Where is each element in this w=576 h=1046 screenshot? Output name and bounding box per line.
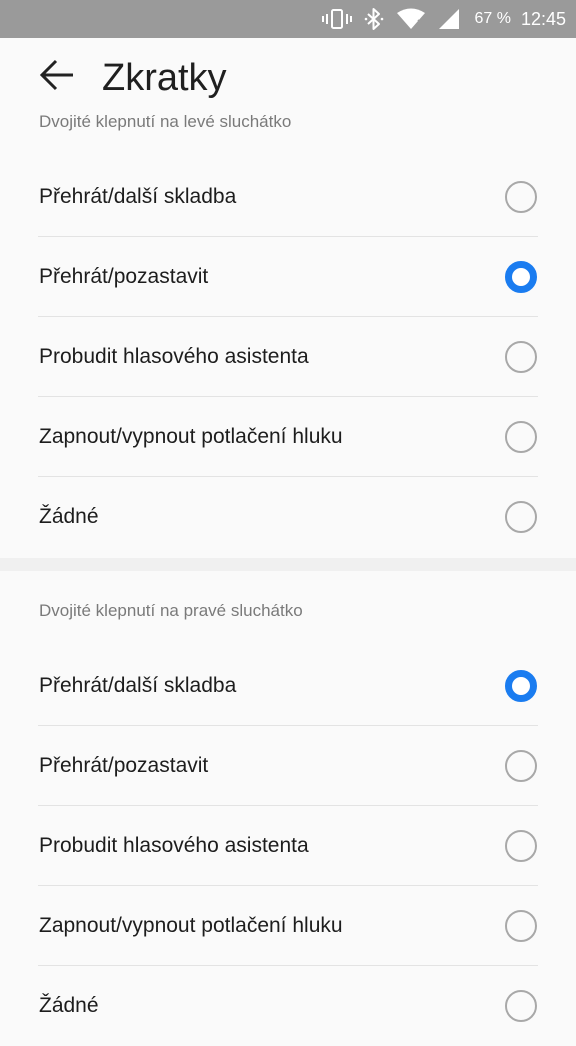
option-label: Žádné bbox=[39, 994, 99, 1017]
right-option-noise-cancelling[interactable]: Zapnout/vypnout potlačení hluku bbox=[0, 886, 576, 966]
status-icons: 67 % 12:45 bbox=[310, 0, 566, 38]
left-option-play-pause[interactable]: Přehrát/pozastavit bbox=[0, 237, 576, 317]
radio-button[interactable] bbox=[505, 181, 537, 213]
radio-button[interactable] bbox=[505, 910, 537, 942]
radio-button-selected[interactable] bbox=[505, 670, 537, 702]
radio-button[interactable] bbox=[505, 750, 537, 782]
vibrate-icon bbox=[322, 8, 353, 30]
status-bar: 67 % 12:45 bbox=[0, 0, 576, 38]
option-label: Zapnout/vypnout potlačení hluku bbox=[39, 914, 343, 937]
app-header: Zkratky bbox=[0, 38, 576, 114]
left-section-label: Dvojité klepnutí na levé sluchátko bbox=[39, 112, 292, 131]
option-label: Přehrát/další skladba bbox=[39, 185, 237, 208]
left-options-list: Přehrát/další skladba Přehrát/pozastavit… bbox=[0, 157, 576, 557]
radio-button[interactable] bbox=[505, 501, 537, 533]
radio-button[interactable] bbox=[505, 990, 537, 1022]
right-option-play-next[interactable]: Přehrát/další skladba bbox=[0, 646, 576, 726]
left-option-none[interactable]: Žádné bbox=[0, 477, 576, 557]
option-label: Zapnout/vypnout potlačení hluku bbox=[39, 425, 343, 448]
right-option-none[interactable]: Žádné bbox=[0, 966, 576, 1046]
option-label: Žádné bbox=[39, 505, 99, 528]
signal-icon bbox=[438, 8, 460, 30]
page-title: Zkratky bbox=[102, 57, 227, 99]
option-label: Probudit hlasového asistenta bbox=[39, 345, 309, 368]
clock: 12:45 bbox=[520, 8, 566, 29]
radio-button-selected[interactable] bbox=[505, 261, 537, 293]
radio-button[interactable] bbox=[505, 830, 537, 862]
battery-percentage: 67 % bbox=[474, 10, 511, 27]
left-option-noise-cancelling[interactable]: Zapnout/vypnout potlačení hluku bbox=[0, 397, 576, 477]
left-option-play-next[interactable]: Přehrát/další skladba bbox=[0, 157, 576, 237]
section-separator bbox=[0, 558, 576, 571]
right-option-play-pause[interactable]: Přehrát/pozastavit bbox=[0, 726, 576, 806]
bluetooth-icon bbox=[364, 7, 384, 31]
right-option-voice-assistant[interactable]: Probudit hlasového asistenta bbox=[0, 806, 576, 886]
option-label: Přehrát/další skladba bbox=[39, 674, 237, 697]
right-options-list: Přehrát/další skladba Přehrát/pozastavit… bbox=[0, 646, 576, 1046]
option-label: Přehrát/pozastavit bbox=[39, 265, 209, 288]
back-button[interactable] bbox=[36, 56, 78, 98]
arrow-left-icon bbox=[39, 59, 75, 96]
radio-button[interactable] bbox=[505, 421, 537, 453]
option-label: Probudit hlasového asistenta bbox=[39, 834, 309, 857]
right-section-label: Dvojité klepnutí na pravé sluchátko bbox=[39, 601, 303, 620]
option-label: Přehrát/pozastavit bbox=[39, 754, 209, 777]
left-option-voice-assistant[interactable]: Probudit hlasového asistenta bbox=[0, 317, 576, 397]
wifi-icon bbox=[396, 8, 426, 30]
radio-button[interactable] bbox=[505, 341, 537, 373]
